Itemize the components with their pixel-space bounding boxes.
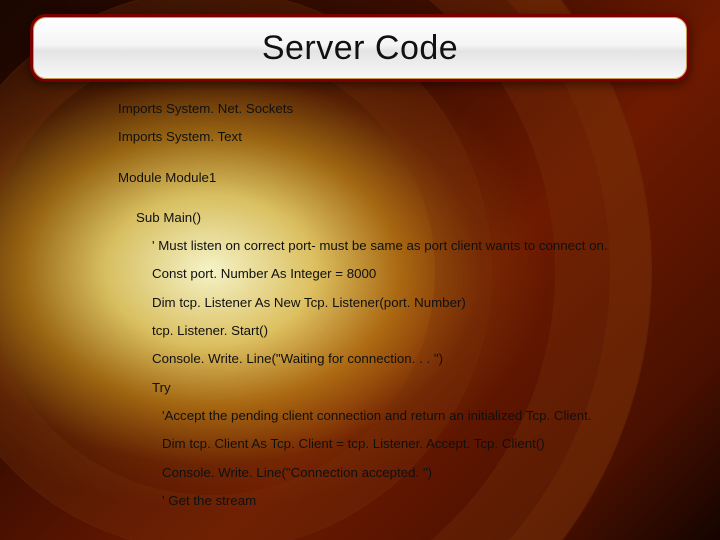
- code-line: Dim tcp. Client As Tcp. Client = tcp. Li…: [118, 437, 688, 450]
- code-line: Module Module1: [118, 171, 688, 184]
- code-line: Console. Write. Line("Waiting for connec…: [118, 352, 688, 365]
- code-line: Const port. Number As Integer = 8000: [118, 267, 688, 280]
- title-bar: Server Code: [30, 14, 690, 82]
- code-line: Console. Write. Line("Connection accepte…: [118, 466, 688, 479]
- code-line: ' Must listen on correct port- must be s…: [118, 239, 688, 252]
- code-line: Imports System. Text: [118, 130, 688, 143]
- code-line: Dim tcp. Listener As New Tcp. Listener(p…: [118, 296, 688, 309]
- code-line: ' Get the stream: [118, 494, 688, 507]
- code-line: Imports System. Net. Sockets: [118, 102, 688, 115]
- slide-title: Server Code: [262, 29, 458, 68]
- code-line: tcp. Listener. Start(): [118, 324, 688, 337]
- code-line: 'Accept the pending client connection an…: [118, 409, 688, 422]
- code-block: Imports System. Net. Sockets Imports Sys…: [118, 102, 688, 522]
- code-line: Try: [118, 381, 688, 394]
- code-line: Sub Main(): [118, 211, 688, 224]
